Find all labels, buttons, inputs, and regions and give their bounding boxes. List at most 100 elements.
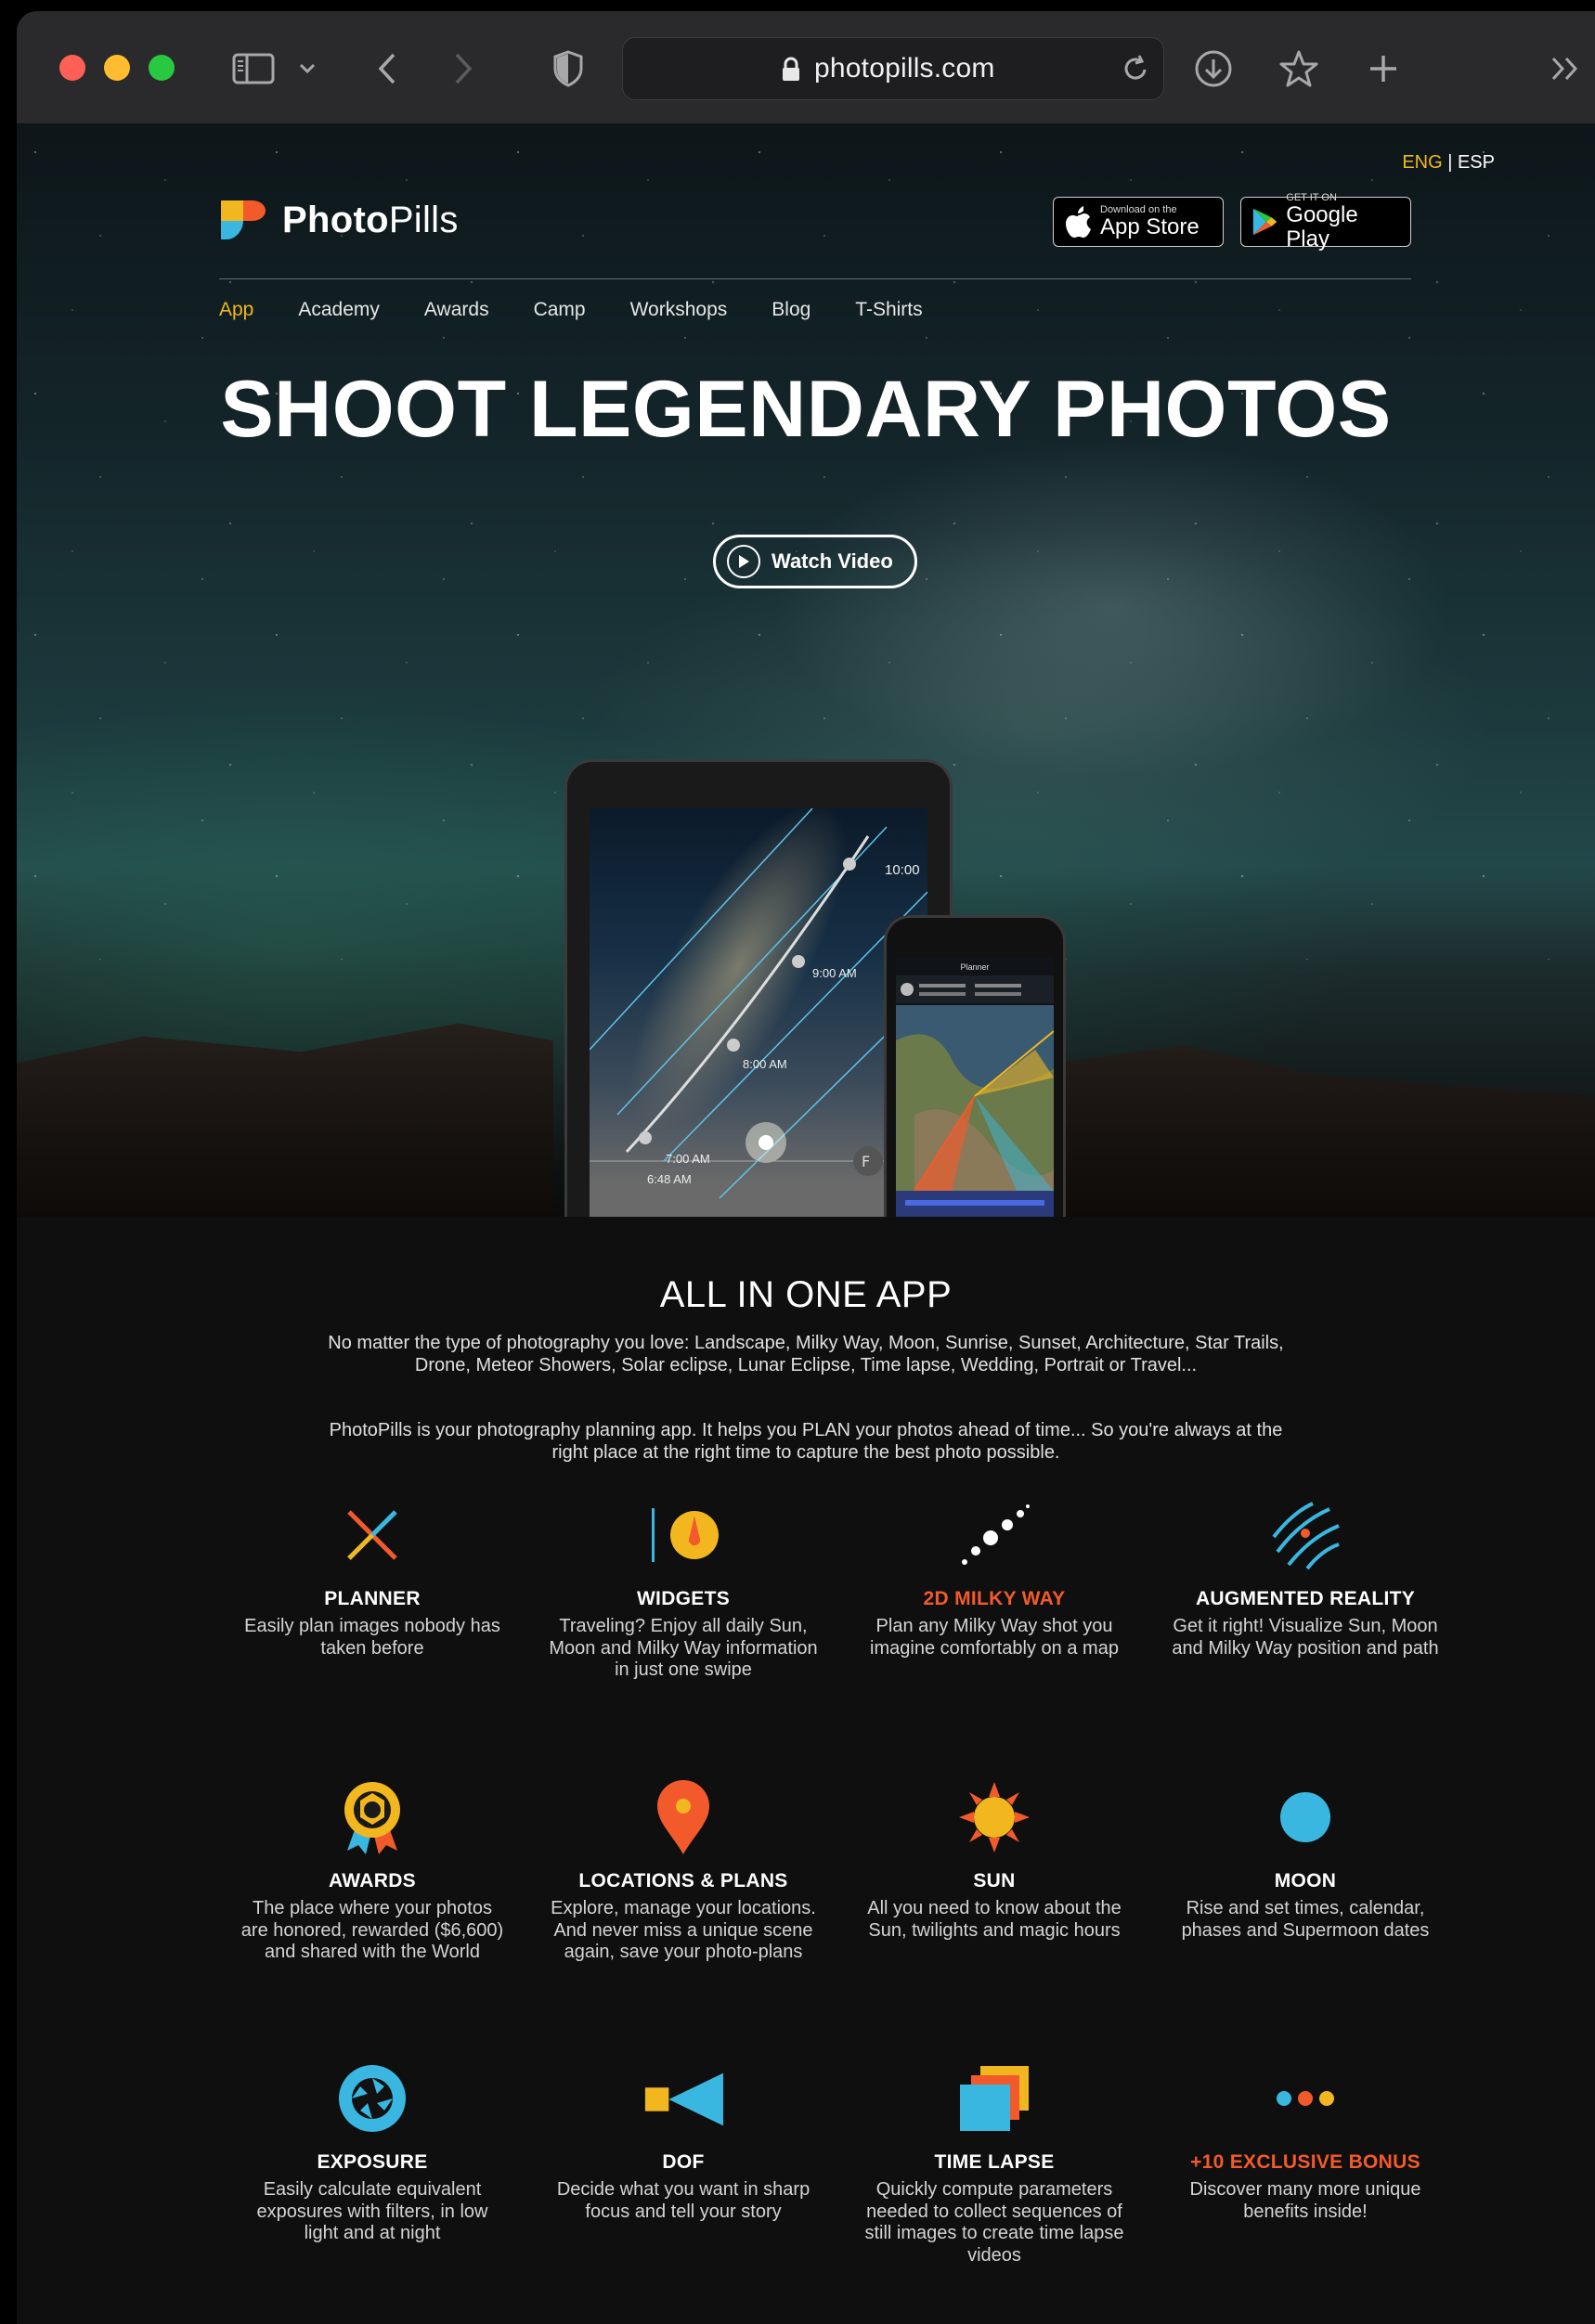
more-tools-icon[interactable] bbox=[1549, 48, 1582, 89]
feature-title: SUN bbox=[973, 1870, 1016, 1891]
augmented-reality-icon bbox=[1264, 1493, 1347, 1577]
feature-desc: All you need to know about the Sun, twil… bbox=[867, 1898, 1122, 1941]
feature-2d-milky-way[interactable]: 2D MILKY WAY Plan any Milky Way shot you… bbox=[860, 1493, 1129, 1659]
intro-paragraph-2: PhotoPills is your photography planning … bbox=[329, 1420, 1283, 1463]
aperture-icon bbox=[331, 2057, 414, 2140]
browser-window: photopills.com ENG | ESP PhotoPills Down… bbox=[17, 11, 1595, 2324]
logo-text-bold: Photo bbox=[282, 199, 389, 240]
nav-item-camp[interactable]: Camp bbox=[534, 299, 586, 321]
features-section: ALL IN ONE APP No matter the type of pho… bbox=[17, 1217, 1595, 2324]
feature-title: LOCATIONS & PLANS bbox=[578, 1870, 788, 1891]
nav-item-workshops[interactable]: Workshops bbox=[630, 299, 728, 321]
feature-sun[interactable]: SUN All you need to know about the Sun, … bbox=[860, 1775, 1129, 1942]
logo-text-light: Pills bbox=[388, 199, 459, 240]
close-window-button[interactable] bbox=[59, 55, 85, 81]
feature-title: AWARDS bbox=[329, 1870, 416, 1891]
sidebar-toggle-icon[interactable] bbox=[228, 48, 279, 89]
feature-moon[interactable]: MOON Rise and set times, calendar, phase… bbox=[1171, 1775, 1440, 1942]
time-lapse-icon bbox=[953, 2057, 1036, 2140]
feature-desc: Decide what you want in sharp focus and … bbox=[556, 2179, 810, 2222]
feature-desc: Discover many more unique benefits insid… bbox=[1189, 2179, 1421, 2222]
minimize-window-button[interactable] bbox=[104, 55, 130, 81]
feature-title: TIME LAPSE bbox=[934, 2151, 1055, 2173]
language-switcher: ENG | ESP bbox=[1402, 152, 1495, 174]
nav-item-blog[interactable]: Blog bbox=[772, 299, 810, 321]
feature-title: PLANNER bbox=[324, 1588, 421, 1609]
nav-item-tshirts[interactable]: T-Shirts bbox=[855, 299, 922, 321]
milky-way-icon bbox=[953, 1493, 1036, 1577]
time-label-700: 7:00 AM bbox=[666, 1152, 710, 1166]
shield-icon[interactable] bbox=[550, 48, 587, 89]
watch-video-button[interactable]: Watch Video bbox=[713, 535, 917, 588]
planner-icon bbox=[331, 1493, 414, 1577]
url-text: photopills.com bbox=[814, 53, 995, 84]
feature-desc: Explore, manage your locations. And neve… bbox=[551, 1898, 816, 1962]
download-icon[interactable] bbox=[1192, 48, 1235, 89]
feature-augmented-reality[interactable]: AUGMENTED REALITY Get it right! Visualiz… bbox=[1171, 1493, 1440, 1659]
new-tab-icon[interactable] bbox=[1365, 48, 1402, 89]
awards-icon bbox=[331, 1775, 414, 1859]
forward-icon[interactable] bbox=[449, 48, 477, 89]
google-play-badge[interactable]: GET IT ON Google Play bbox=[1240, 192, 1411, 252]
app-store-big-text: App Store bbox=[1100, 214, 1199, 239]
feature-desc: Plan any Milky Way shot you imagine comf… bbox=[870, 1616, 1119, 1659]
section-title: ALL IN ONE APP bbox=[659, 1274, 953, 1315]
lang-esp-link[interactable]: ESP bbox=[1458, 152, 1495, 173]
feature-dof[interactable]: DOF Decide what you want in sharp focus … bbox=[549, 2057, 818, 2223]
location-pin-icon bbox=[642, 1775, 725, 1859]
time-label-900: 9:00 AM bbox=[812, 966, 857, 980]
photopills-logo[interactable]: PhotoPills bbox=[219, 197, 459, 243]
app-store-badge[interactable]: Download on the App Store bbox=[1053, 197, 1224, 247]
nav-item-awards[interactable]: Awards bbox=[424, 299, 489, 321]
feature-title: 2D MILKY WAY bbox=[923, 1588, 1066, 1609]
feature-desc: Rise and set times, calendar, phases and… bbox=[1181, 1898, 1430, 1941]
feature-awards[interactable]: AWARDS The place where your photos are h… bbox=[238, 1775, 507, 1964]
photopills-logo-icon bbox=[219, 197, 267, 243]
time-label-648: 6:48 AM bbox=[647, 1172, 692, 1186]
google-play-icon bbox=[1252, 208, 1277, 236]
main-nav: App Academy Awards Camp Workshops Blog T… bbox=[219, 299, 923, 321]
dof-icon bbox=[642, 2057, 725, 2140]
feature-title: MOON bbox=[1274, 1870, 1337, 1891]
nav-item-academy[interactable]: Academy bbox=[298, 299, 380, 321]
play-icon bbox=[727, 545, 760, 578]
feature-desc: Easily calculate equivalent exposures wi… bbox=[256, 2179, 488, 2243]
star-icon[interactable] bbox=[1277, 48, 1320, 89]
lock-icon bbox=[781, 57, 801, 87]
zoom-window-button[interactable] bbox=[149, 55, 175, 81]
feature-desc: The place where your photos are honored,… bbox=[240, 1898, 504, 1962]
feature-desc: Quickly compute parameters needed to col… bbox=[864, 2179, 1124, 2266]
phone-screen-planner: Planner bbox=[896, 957, 1054, 1217]
address-bar[interactable]: photopills.com bbox=[622, 37, 1164, 100]
feature-title: AUGMENTED REALITY bbox=[1195, 1588, 1416, 1609]
more-dots-icon bbox=[1264, 2057, 1347, 2140]
nav-item-app[interactable]: App bbox=[219, 299, 253, 321]
lang-eng-link[interactable]: ENG bbox=[1402, 152, 1442, 173]
sun-icon bbox=[953, 1775, 1036, 1859]
google-play-big-text: Google Play bbox=[1286, 202, 1358, 252]
browser-toolbar: photopills.com bbox=[17, 11, 1595, 124]
moon-icon bbox=[1264, 1775, 1347, 1859]
header-divider bbox=[219, 278, 1411, 279]
feature-planner[interactable]: PLANNER Easily plan images nobody has ta… bbox=[238, 1493, 507, 1659]
feature-title: EXPOSURE bbox=[317, 2151, 428, 2173]
feature-desc: Get it right! Visualize Sun, Moon and Mi… bbox=[1172, 1616, 1439, 1659]
phone-device: Planner bbox=[884, 915, 1066, 1217]
feature-locations-plans[interactable]: LOCATIONS & PLANS Explore, manage your l… bbox=[549, 1775, 818, 1964]
feature-title: +10 EXCLUSIVE BONUS bbox=[1190, 2151, 1420, 2173]
reload-icon[interactable] bbox=[1121, 53, 1150, 89]
chevron-down-icon[interactable] bbox=[295, 48, 319, 89]
feature-exposure[interactable]: EXPOSURE Easily calculate equivalent exp… bbox=[238, 2057, 507, 2245]
feature-widgets[interactable]: WIDGETS Traveling? Enjoy all daily Sun, … bbox=[549, 1493, 818, 1682]
feature-exclusive-bonus[interactable]: +10 EXCLUSIVE BONUS Discover many more u… bbox=[1171, 2057, 1440, 2223]
svg-text:F: F bbox=[862, 1153, 870, 1170]
feature-time-lapse[interactable]: TIME LAPSE Quickly compute parameters ne… bbox=[860, 2057, 1129, 2266]
feature-desc: Traveling? Enjoy all daily Sun, Moon and… bbox=[549, 1616, 818, 1680]
apple-icon bbox=[1066, 206, 1091, 238]
back-icon[interactable] bbox=[373, 48, 401, 89]
lang-separator: | bbox=[1442, 152, 1458, 173]
widgets-icon bbox=[642, 1493, 725, 1577]
time-label-1000: 10:00 bbox=[885, 862, 920, 878]
feature-desc: Easily plan images nobody has taken befo… bbox=[244, 1616, 500, 1659]
watch-video-label: Watch Video bbox=[772, 549, 893, 573]
